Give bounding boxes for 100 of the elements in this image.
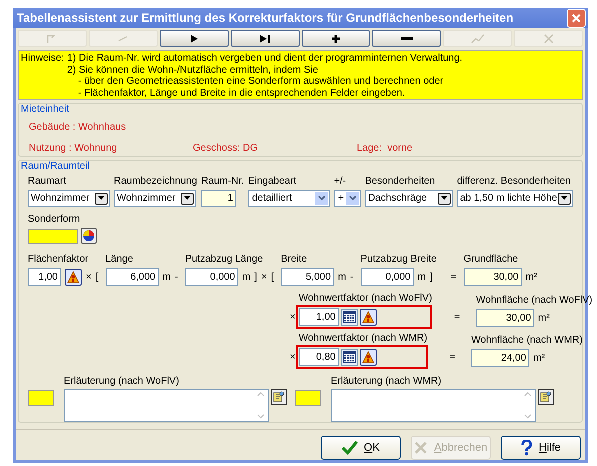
- toolbar-button[interactable]: [372, 30, 442, 47]
- field-label: Grundfläche: [464, 253, 520, 266]
- operator-text: ×: [261, 270, 268, 284]
- field-label: Wohnfläche (nach WMR): [471, 334, 583, 347]
- triangle-icon: [561, 196, 568, 201]
- operator-text: ]: [254, 270, 258, 284]
- unit-text: m²: [533, 352, 546, 366]
- lookup-field[interactable]: ab 1,50 m lichte Höhe: [457, 190, 574, 207]
- operator-text: m: [338, 270, 346, 284]
- number-field[interactable]: 1,00: [28, 268, 61, 286]
- number-field[interactable]: 0,000: [185, 268, 238, 286]
- number-field[interactable]: 0,000: [360, 268, 414, 286]
- toolbar-button[interactable]: [160, 30, 229, 47]
- close-icon: [572, 14, 581, 22]
- close-button[interactable]: [567, 8, 586, 28]
- line-icon: [117, 34, 130, 44]
- calculator-icon[interactable]: [340, 348, 358, 366]
- ball-icon[interactable]: [81, 228, 97, 244]
- number-field[interactable]: 1: [201, 190, 236, 207]
- field-label: Eingabeart: [248, 175, 298, 188]
- toolbar-button[interactable]: [302, 30, 370, 47]
- dialog-button[interactable]: Hilfe: [501, 436, 581, 460]
- hint-text: 2) Sie können die Wohn-/Nutzfläche ermitteln, indem Sie: [67, 64, 320, 76]
- minus-icon: [400, 36, 413, 40]
- notepad-icon[interactable]: [538, 389, 554, 405]
- note-marker: [295, 390, 321, 406]
- dropdown-button[interactable]: [438, 192, 452, 204]
- field-label: Sonderform: [28, 213, 82, 226]
- chevron-icon[interactable]: [315, 192, 328, 205]
- field-label: Raumart: [28, 175, 68, 188]
- note-marker: [28, 390, 54, 406]
- operator-text: m²: [526, 270, 538, 284]
- help-figure-icon[interactable]: [360, 348, 377, 366]
- field-label: Wohnwertfaktor (nach WoFlV): [298, 292, 432, 305]
- field-label: Erläuterung (nach WMR): [331, 375, 443, 388]
- number-field[interactable]: 5,000: [281, 268, 334, 286]
- chevron-icon[interactable]: [346, 192, 360, 205]
- field-label: Länge: [106, 253, 134, 266]
- notepad-icon[interactable]: [271, 389, 287, 405]
- field-label: Besonderheiten: [365, 175, 436, 188]
- result-field: 30,00: [476, 309, 534, 327]
- check-icon: [342, 441, 358, 455]
- result-field: 30,00: [464, 268, 522, 286]
- triangle-icon: [184, 196, 191, 201]
- field-label: Flächenfaktor: [28, 253, 90, 266]
- dropdown-button[interactable]: [558, 192, 572, 204]
- triangle-icon: [441, 196, 448, 201]
- operator-text: -: [174, 270, 178, 284]
- toolbar-button[interactable]: [230, 30, 300, 47]
- hint-label: Hinweise:: [21, 53, 66, 66]
- help-figure-icon[interactable]: [65, 268, 82, 286]
- info-text: Geschoss: DG: [193, 142, 260, 156]
- lookup-field[interactable]: Wohnzimmer: [28, 190, 110, 207]
- hint-text: - über den Geometrieassistenten eine Sonderform auswählen und berechnen oder: [77, 76, 445, 88]
- operator-text: =: [450, 351, 456, 365]
- operator-text: [: [96, 270, 99, 284]
- dropdown-field[interactable]: detailliert: [248, 190, 330, 207]
- operator-text: =: [454, 311, 460, 325]
- hint-text: - Flächenfaktor, Länge und Breite in die entsprechenden Felder eingeben.: [77, 88, 406, 99]
- operator-text: ×: [290, 311, 296, 325]
- dropdown-button[interactable]: [95, 192, 108, 204]
- calculator-icon[interactable]: [340, 308, 358, 326]
- number-field[interactable]: 0,80: [298, 348, 339, 366]
- field-label: Erläuterung (nach WoFlV): [64, 375, 180, 388]
- dialog-button[interactable]: OK: [321, 436, 401, 460]
- operator-text: ×: [290, 351, 296, 365]
- info-text: Gebäude : Wohnhaus: [29, 121, 126, 135]
- field-label: Raumbezeichnung: [114, 175, 198, 188]
- play-icon: [189, 34, 200, 44]
- field-label: Putzabzug Breite: [360, 253, 438, 266]
- operator-text: m: [418, 270, 426, 284]
- help-figure-icon[interactable]: [360, 308, 377, 326]
- dropdown-button[interactable]: [181, 192, 194, 204]
- dropdown-field[interactable]: +: [334, 190, 362, 207]
- field-label: Raum-Nr.: [201, 175, 244, 188]
- field-label: Wohnfläche (nach WoFlV): [476, 294, 593, 307]
- lookup-field[interactable]: Dachschräge: [365, 190, 454, 207]
- operator-text: [: [271, 270, 274, 284]
- number-field[interactable]: 6,000: [106, 268, 159, 286]
- operator-text: -: [350, 270, 354, 284]
- operator-text: =: [450, 270, 457, 284]
- unit-text: m²: [538, 312, 550, 326]
- skip-end-icon: [259, 34, 272, 44]
- field-label: Breite: [281, 253, 308, 266]
- info-text: Lage: vorne: [357, 142, 413, 156]
- info-text: Nutzung : Wohnung: [29, 142, 118, 156]
- plus-icon: [330, 34, 341, 44]
- question-icon: [520, 440, 533, 456]
- group-title: Raum/Raumteil: [21, 161, 91, 173]
- triangle-icon: [98, 196, 105, 201]
- cross-icon: [414, 441, 428, 455]
- chart-line-icon: [470, 34, 485, 44]
- group-title: Mieteinheit: [21, 104, 70, 116]
- operator-text: m: [242, 270, 251, 284]
- lookup-field[interactable]: Wohnzimmer: [114, 190, 196, 207]
- shape-field[interactable]: [28, 228, 78, 244]
- field-label: Putzabzug Länge: [185, 253, 264, 266]
- operator-text: ]: [430, 270, 433, 284]
- hint-text: 1) Die Raum-Nr. wird automatisch vergeben und dient der programminternen Verwaltung.: [67, 53, 463, 64]
- number-field[interactable]: 1,00: [298, 308, 339, 326]
